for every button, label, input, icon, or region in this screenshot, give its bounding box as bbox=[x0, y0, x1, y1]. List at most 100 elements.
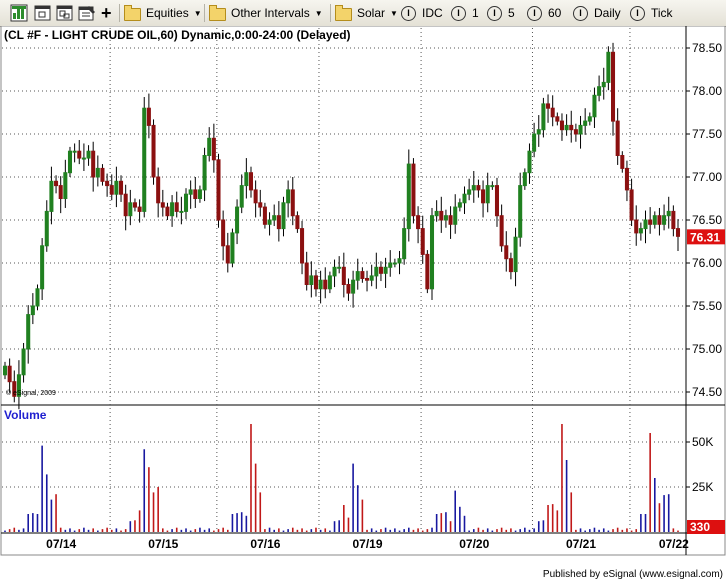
candle-body bbox=[44, 210, 49, 247]
toolbar-separator bbox=[330, 4, 331, 22]
candle-body bbox=[666, 210, 671, 217]
properties-icon[interactable] bbox=[78, 3, 96, 23]
candle-body bbox=[262, 206, 267, 225]
folder-icon bbox=[335, 4, 352, 21]
candle-body bbox=[476, 185, 481, 191]
candle-body bbox=[494, 185, 500, 217]
candle-body bbox=[397, 258, 402, 264]
idc-label: IDC bbox=[422, 6, 443, 20]
candle-body bbox=[392, 262, 397, 265]
candle-body bbox=[21, 348, 26, 376]
chart-area[interactable]: 74.50 75.00 75.50 76.00 76.50 77.00 77.50 78.00… bbox=[0, 26, 726, 581]
candle-body bbox=[337, 266, 342, 269]
candle-body bbox=[425, 253, 430, 290]
candle-body bbox=[341, 266, 346, 286]
chart-frame bbox=[0, 26, 726, 556]
candle-body bbox=[197, 189, 202, 199]
last-volume-label: 330 bbox=[690, 520, 710, 534]
interval-5-label: 5 bbox=[508, 6, 515, 20]
candle-body bbox=[77, 150, 82, 159]
toolbar: + Equities ▼ Other Intervals ▼ Solar ▼ I… bbox=[0, 0, 726, 27]
candle-body bbox=[2, 365, 8, 376]
candle-body bbox=[128, 202, 133, 217]
candle-body bbox=[671, 210, 676, 230]
candle-body bbox=[536, 129, 541, 135]
equities-menu[interactable]: Equities ▼ bbox=[124, 3, 202, 23]
candle-body bbox=[546, 103, 551, 109]
volume-tick-label: 50K bbox=[692, 435, 713, 449]
link-window-icon[interactable] bbox=[56, 3, 74, 23]
copyright-text: © eSignal, 2009 bbox=[6, 390, 56, 397]
tick-label: Tick bbox=[651, 6, 673, 20]
candle-body bbox=[648, 219, 653, 225]
candle-body bbox=[183, 193, 189, 212]
interval-5-button[interactable]: I5 bbox=[487, 3, 515, 23]
price-tick-label: 77.00 bbox=[692, 170, 722, 184]
interval-1-button[interactable]: I1 bbox=[451, 3, 479, 23]
candle-body bbox=[443, 215, 448, 221]
candle-body bbox=[26, 314, 31, 350]
chart-icon[interactable] bbox=[10, 3, 28, 23]
candle-body bbox=[606, 51, 611, 83]
candle-body bbox=[114, 180, 119, 195]
interval-1-label: 1 bbox=[472, 6, 479, 20]
candle-body bbox=[54, 180, 59, 187]
candle-body bbox=[105, 180, 110, 187]
interval-60-button[interactable]: I 60 bbox=[527, 3, 561, 23]
candle-body bbox=[346, 284, 351, 294]
price-tick-label: 76.50 bbox=[692, 213, 722, 227]
interval-icon: I bbox=[630, 5, 645, 21]
candle-body bbox=[72, 150, 77, 153]
candle-body bbox=[434, 210, 439, 217]
tick-button[interactable]: I Tick bbox=[630, 3, 673, 23]
candle-body bbox=[91, 150, 96, 178]
candle-body bbox=[541, 103, 546, 131]
date-label: 07/14 bbox=[46, 537, 76, 551]
candle-body bbox=[374, 266, 379, 277]
candle-body bbox=[439, 210, 444, 221]
candle-body bbox=[225, 245, 230, 264]
candle-body bbox=[420, 228, 425, 255]
add-icon[interactable]: + bbox=[101, 3, 112, 23]
candle-body bbox=[532, 133, 537, 152]
candle-body bbox=[211, 137, 216, 161]
date-label: 07/16 bbox=[250, 537, 280, 551]
dropdown-arrow-icon: ▼ bbox=[314, 8, 323, 18]
candle-body bbox=[564, 124, 569, 131]
dropdown-arrow-icon: ▼ bbox=[193, 8, 202, 18]
candle-body bbox=[471, 185, 476, 191]
candle-body bbox=[313, 275, 318, 290]
candle-body bbox=[351, 279, 356, 294]
candle-body bbox=[462, 193, 467, 204]
other-intervals-menu[interactable]: Other Intervals ▼ bbox=[209, 3, 323, 23]
candle-body bbox=[160, 202, 165, 208]
candle-body bbox=[67, 150, 72, 174]
candle-body bbox=[81, 157, 86, 160]
candle-body bbox=[527, 150, 532, 174]
candle-body bbox=[323, 279, 328, 290]
footer-credit: Published by eSignal (www.esignal.com) bbox=[542, 569, 723, 580]
daily-label: Daily bbox=[594, 6, 621, 20]
candle-body bbox=[272, 215, 277, 221]
daily-button[interactable]: I Daily bbox=[573, 3, 621, 23]
solar-menu[interactable]: Solar ▼ bbox=[335, 3, 398, 23]
candle-body bbox=[522, 172, 527, 187]
candle-body bbox=[365, 277, 370, 281]
candle-body bbox=[290, 189, 295, 217]
equities-label: Equities bbox=[146, 6, 189, 20]
candle-body bbox=[611, 51, 616, 122]
idc-button[interactable]: I IDC bbox=[401, 3, 443, 23]
candle-body bbox=[109, 185, 114, 195]
toolbar-separator bbox=[119, 4, 120, 22]
date-label: 07/19 bbox=[353, 537, 383, 551]
candle-body bbox=[624, 167, 629, 191]
date-label: 07/21 bbox=[566, 537, 596, 551]
candle-body bbox=[573, 129, 578, 135]
new-window-icon[interactable] bbox=[34, 3, 52, 23]
candle-body bbox=[383, 266, 388, 274]
candle-body bbox=[587, 116, 592, 122]
candle-body bbox=[7, 365, 12, 383]
candle-body bbox=[550, 107, 555, 118]
candle-body bbox=[309, 275, 314, 285]
candle-body bbox=[248, 172, 254, 191]
